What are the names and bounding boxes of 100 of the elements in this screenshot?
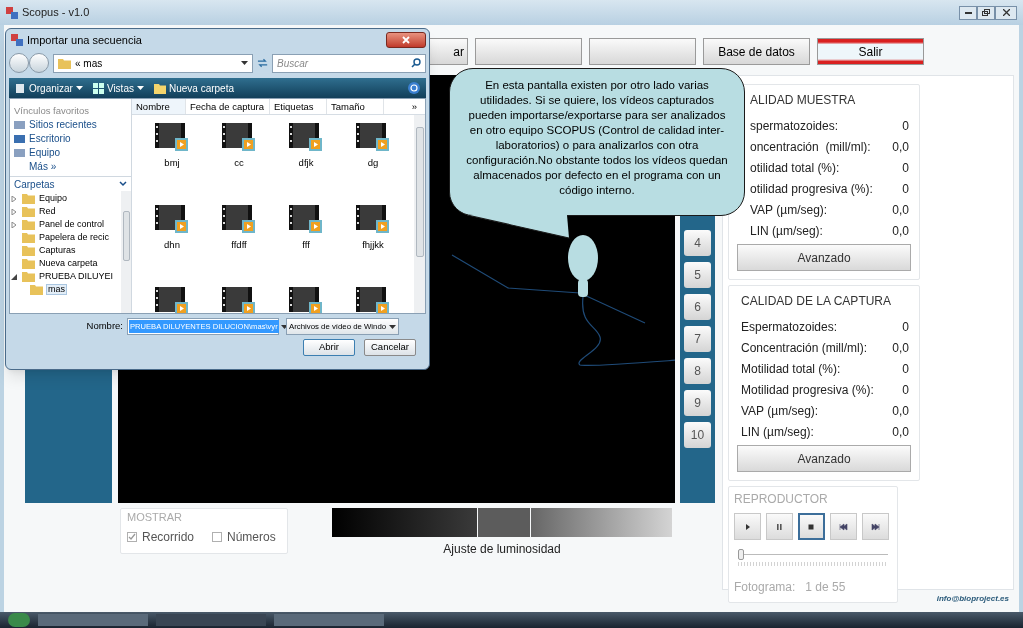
stat-value: 0 — [902, 381, 909, 399]
stat-label: spermatozoides: — [750, 117, 839, 135]
caret-icon — [280, 324, 288, 329]
file-name[interactable]: dhn — [164, 238, 180, 253]
expanded-arrow-icon[interactable] — [11, 273, 19, 280]
dialog-button[interactable]: Abrir — [303, 339, 355, 356]
sequence-button[interactable]: 10 — [684, 422, 711, 448]
video-file-icon — [222, 205, 256, 235]
video-file-icon — [155, 123, 189, 153]
help-icon[interactable] — [408, 82, 420, 94]
folder-tree-item[interactable]: PRUEBA DILUYEI — [38, 272, 115, 281]
stat-label: Motilidad total (%): — [741, 360, 841, 378]
sequence-button[interactable]: 4 — [684, 230, 711, 256]
previous-button[interactable] — [830, 513, 857, 540]
checkbox[interactable] — [127, 531, 137, 542]
search-input[interactable]: Buscar — [277, 55, 411, 71]
close-button[interactable] — [386, 32, 426, 48]
stop-icon — [807, 522, 816, 531]
dialog-button[interactable]: Cancelar — [364, 339, 416, 356]
pause-button[interactable] — [766, 513, 793, 540]
stop-button[interactable] — [798, 513, 825, 540]
sequence-button[interactable]: 8 — [684, 358, 711, 384]
stat-value: 0 — [902, 318, 909, 336]
back-button[interactable] — [9, 53, 29, 73]
sequence-button[interactable]: 6 — [684, 294, 711, 320]
position-slider[interactable] — [738, 548, 888, 560]
folder-icon — [58, 57, 71, 69]
sequence-button[interactable]: 5 — [684, 262, 711, 288]
file-name[interactable]: ffdff — [231, 238, 247, 253]
column-header[interactable]: Fecha de captura — [186, 99, 270, 114]
file-name[interactable]: cc — [234, 156, 244, 171]
file-name[interactable]: dg — [367, 156, 379, 171]
more-columns[interactable]: » — [403, 99, 425, 114]
favorite-link[interactable]: Escritorio — [29, 132, 71, 145]
filename-label: Nombre: — [85, 319, 123, 334]
refresh-icon[interactable] — [256, 58, 268, 68]
checkbox-label: Recorrido — [142, 528, 195, 546]
folder-tree-item[interactable]: Panel de control — [38, 220, 106, 229]
collapsed-arrow-icon[interactable] — [11, 208, 19, 215]
sequence-button[interactable]: 9 — [684, 390, 711, 416]
folder-tree-item[interactable]: mas — [46, 284, 67, 295]
folder-tree-item[interactable]: Nueva carpeta — [38, 259, 99, 268]
address-field[interactable]: « mas — [53, 53, 253, 73]
dropdown-caret-icon — [240, 61, 248, 65]
file-name[interactable]: bmj — [164, 156, 180, 171]
contact-email[interactable]: info@bioproject.es — [936, 593, 1009, 605]
stat-value: 0,0 — [892, 423, 909, 441]
favorite-link[interactable]: Sitios recientes — [29, 118, 97, 131]
play-icon — [743, 522, 752, 531]
start-button[interactable] — [8, 613, 30, 627]
next-button[interactable] — [862, 513, 889, 540]
stat-label: Motilidad progresiva (%): — [741, 381, 874, 399]
folder-icon — [22, 193, 35, 204]
stat-label: otilidad progresiva (%): — [750, 180, 873, 198]
command-button[interactable]: Nueva carpeta — [153, 80, 234, 96]
search-field[interactable]: Buscar — [272, 53, 426, 73]
panel-title: REPRODUCTOR — [734, 491, 829, 508]
stat-label: Espermatozoides: — [741, 318, 838, 336]
folder-tree-item[interactable]: Red — [38, 207, 57, 216]
folder-tree-item[interactable]: Papelera de recic — [38, 233, 111, 242]
advanced-button[interactable]: Avanzado — [737, 244, 911, 271]
column-header[interactable]: Etiquetas — [270, 99, 327, 114]
folder-tree-item[interactable]: Capturas — [38, 246, 77, 255]
command-button[interactable]: Vistas — [92, 80, 144, 96]
toolbar-button[interactable]: Base de datos — [703, 38, 810, 65]
advanced-button[interactable]: Avanzado — [737, 445, 911, 472]
collapsed-arrow-icon[interactable] — [11, 221, 19, 228]
favorite-link[interactable]: Equipo — [29, 146, 61, 159]
file-name[interactable]: dfjk — [298, 156, 314, 171]
stat-value: 0 — [902, 360, 909, 378]
desktop-icon — [14, 133, 25, 144]
minimize-button[interactable] — [959, 5, 977, 20]
scrollbar[interactable] — [121, 191, 131, 313]
stat-label: otilidad total (%): — [750, 159, 840, 177]
checkbox[interactable] — [212, 531, 223, 542]
file-name[interactable]: fhjjkk — [362, 238, 384, 253]
restore-icon — [982, 9, 990, 16]
toolbar-button[interactable] — [475, 38, 582, 65]
folder-icon — [22, 232, 35, 243]
file-name[interactable]: fff — [302, 238, 310, 253]
forward-button[interactable] — [29, 53, 49, 73]
scrollbar[interactable] — [414, 115, 425, 313]
stat-label: oncentración (mill/ml): — [750, 138, 871, 156]
column-header[interactable]: Nombre — [132, 99, 186, 114]
play-button[interactable] — [734, 513, 761, 540]
favorites-heading: Vínculos favoritos — [14, 104, 90, 117]
chevron-icon[interactable] — [119, 181, 127, 187]
slider-thumb[interactable] — [738, 548, 744, 560]
command-button[interactable]: Organizar — [15, 80, 83, 96]
exit-button[interactable]: Salir — [817, 38, 924, 65]
sequence-button[interactable]: 7 — [684, 326, 711, 352]
maximize-button[interactable] — [977, 5, 995, 20]
video-file-icon — [289, 205, 323, 235]
collapsed-arrow-icon[interactable] — [11, 195, 19, 202]
stat-value: 0,0 — [892, 402, 909, 420]
close-button[interactable] — [995, 5, 1017, 20]
column-header[interactable]: Tamaño — [327, 99, 384, 114]
more-link[interactable]: Más » — [14, 160, 127, 173]
toolbar-button[interactable] — [589, 38, 696, 65]
folder-tree-item[interactable]: Equipo — [38, 194, 69, 203]
